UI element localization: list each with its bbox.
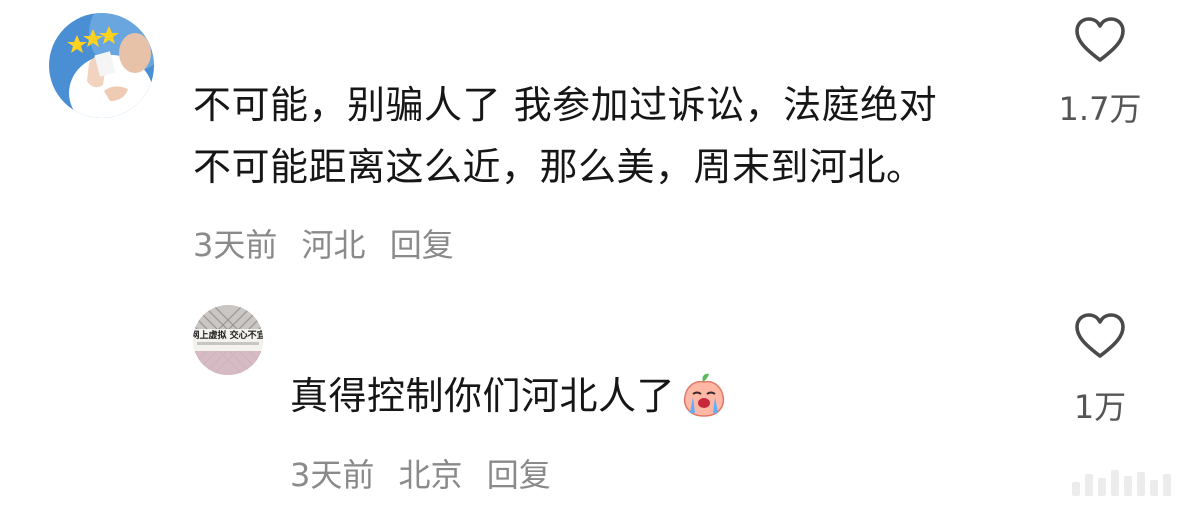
avatar[interactable] xyxy=(49,13,154,118)
comment-time: 3天前 xyxy=(290,456,375,494)
comment-location: 河北 xyxy=(301,226,366,264)
comment-text-line: 真得控制你们河北人了 xyxy=(290,374,676,418)
like-group: 1万 xyxy=(1050,312,1150,428)
like-group: 1.7万 xyxy=(1050,16,1150,130)
comment-time: 3天前 xyxy=(193,226,278,264)
avatar[interactable]: 网上虚拟 交心不宜 xyxy=(193,305,263,375)
comment-location: 北京 xyxy=(398,456,463,494)
comment-text: 不可能，别骗人了 我参加过诉讼，法庭绝对 不可能距离这么近，那么美，周末到河北。 xyxy=(193,74,1033,198)
comment-text-line: 不可能距离这么近，那么美，周末到河北。 xyxy=(193,145,925,189)
reply-button[interactable]: 回复 xyxy=(487,456,551,494)
reply-item: 网上虚拟 交心不宜 真得控制你们河北人了 3天前 北京 回复 1万 xyxy=(0,290,1179,510)
comment-text: 真得控制你们河北人了 xyxy=(290,365,930,427)
reply-button[interactable]: 回复 xyxy=(390,226,454,264)
like-count: 1万 xyxy=(1073,388,1127,426)
heart-icon[interactable] xyxy=(1074,312,1126,360)
comment-item: 不可能，别骗人了 我参加过诉讼，法庭绝对 不可能距离这么近，那么美，周末到河北。… xyxy=(0,0,1179,290)
avatar-sign-text: 网上虚拟 交心不宜 xyxy=(193,329,263,341)
watermark-logo xyxy=(1072,470,1171,496)
avatar-image: 网上虚拟 交心不宜 xyxy=(193,305,263,375)
like-count: 1.7万 xyxy=(1058,90,1142,128)
crying-peach-emoji xyxy=(683,373,725,417)
comment-text-line: 不可能，别骗人了 我参加过诉讼，法庭绝对 xyxy=(193,83,938,127)
comment-meta: 3天前 河北 回复 xyxy=(193,220,468,266)
heart-icon[interactable] xyxy=(1074,16,1126,64)
comment-meta: 3天前 北京 回复 xyxy=(290,450,565,496)
avatar-image xyxy=(49,13,154,118)
